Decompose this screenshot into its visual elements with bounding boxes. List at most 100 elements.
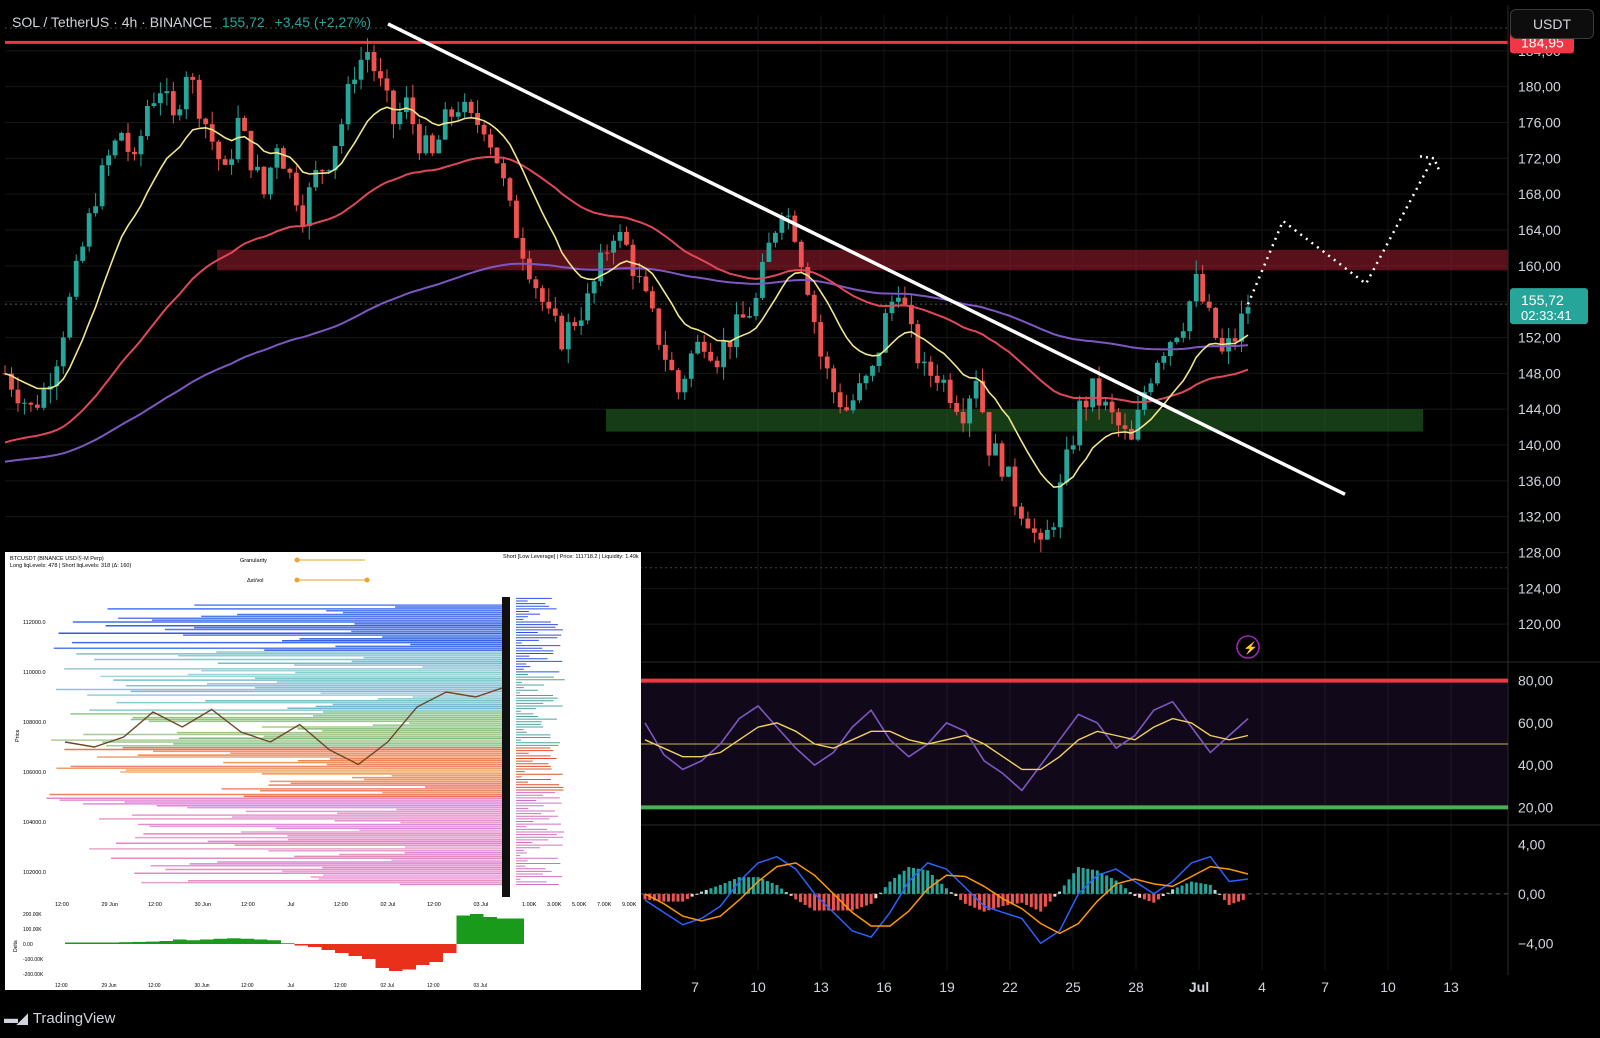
candle (15, 389, 21, 404)
main-chart[interactable]: 184,00180,00176,00172,00168,00164,00160,… (0, 0, 1600, 1038)
macd-bar (940, 883, 944, 894)
macd-bar (667, 893, 671, 902)
rsi-tick: 80,00 (1518, 673, 1553, 689)
inset-x-tick: 12:00 (148, 902, 162, 908)
candle (785, 215, 791, 217)
macd-bar (1180, 885, 1184, 894)
macd-tick: −4,00 (1518, 935, 1554, 951)
ema-mid-line (4, 155, 1249, 444)
candle (391, 90, 396, 125)
candle (481, 124, 487, 135)
macd-bar (798, 893, 802, 903)
macd-bar (1100, 872, 1104, 894)
candle (138, 136, 144, 155)
delta-bar (92, 942, 106, 944)
candle (177, 109, 183, 116)
macd-bar (780, 888, 784, 894)
candle (462, 101, 468, 113)
candle (889, 301, 895, 314)
delta-bar (105, 942, 119, 944)
macd-bar (855, 893, 859, 909)
candle (863, 375, 869, 384)
projection-path (1246, 157, 1435, 305)
delta-bar (294, 944, 308, 946)
macd-bar (864, 893, 868, 906)
macd-bar (817, 893, 821, 911)
candle (520, 237, 526, 259)
candle (1012, 466, 1018, 507)
candle (1103, 401, 1108, 406)
macd-bar (1156, 893, 1160, 900)
candle (1154, 362, 1160, 384)
candle (170, 91, 176, 116)
currency-button[interactable]: USDT (1510, 9, 1594, 39)
price-tick: 128,00 (1518, 545, 1561, 561)
candle (1006, 466, 1011, 477)
candle (293, 172, 299, 206)
candle (436, 139, 442, 154)
rsi-tick: 20,00 (1518, 799, 1553, 815)
candle (604, 252, 610, 254)
macd-bar (662, 893, 666, 902)
candle (514, 200, 519, 238)
macd-bar (1062, 885, 1066, 894)
delta-bar (510, 918, 524, 944)
candle (1174, 337, 1180, 343)
inset-x-tick: 30 Jun (195, 902, 212, 908)
macd-bar (888, 881, 892, 894)
candle (106, 155, 111, 166)
delta-bar (159, 941, 173, 944)
time-tick: 19 (939, 979, 955, 995)
inset-x-tick: Jul (288, 902, 295, 908)
candle (714, 360, 720, 368)
candle (844, 407, 850, 411)
inset-x-tick: 29 Jun (102, 902, 119, 908)
delta-bar (186, 940, 200, 944)
macd-bar (1119, 884, 1123, 894)
delta-knob-left[interactable] (294, 577, 300, 583)
candle (1096, 378, 1102, 406)
delta-bar (240, 938, 254, 944)
candle (1090, 378, 1096, 408)
candle (1064, 449, 1070, 483)
delta-x-tick: Jul (288, 983, 294, 989)
granularity-knob[interactable] (294, 557, 300, 563)
rsi-tick: 40,00 (1518, 757, 1553, 773)
price-tick: 136,00 (1518, 473, 1561, 489)
candle (73, 260, 79, 297)
candle (423, 135, 429, 154)
macd-bar (897, 874, 901, 894)
delta-x-tick: 12:00 (427, 983, 440, 989)
time-tick: 7 (1321, 979, 1329, 995)
candle (1226, 338, 1231, 352)
macd-bar (968, 893, 972, 906)
macd-bar (1128, 892, 1132, 894)
delta-bar (483, 917, 497, 944)
macd-bar (695, 893, 699, 895)
candle (1135, 409, 1141, 440)
macd-bar (1034, 893, 1038, 910)
candle (403, 97, 409, 112)
candle (1057, 482, 1063, 528)
candle (22, 402, 27, 404)
macd-tick: 0,00 (1518, 886, 1545, 902)
price-tick: 140,00 (1518, 437, 1561, 453)
delta-knob-right[interactable] (364, 577, 370, 583)
candle (345, 83, 351, 125)
candle (552, 308, 558, 316)
macd-bar (1152, 893, 1156, 903)
delta-title: Delta (13, 940, 19, 952)
macd-bar (1185, 883, 1189, 894)
candle (261, 166, 267, 195)
candle (662, 344, 668, 360)
candle (306, 187, 312, 227)
macd-bar (1147, 893, 1151, 902)
granularity-label: Granularity (240, 558, 267, 564)
candle (125, 132, 131, 152)
candle (967, 398, 973, 424)
candle (960, 411, 966, 424)
inset-y-tick: 112000.0 (23, 620, 46, 626)
macd-bar (954, 893, 958, 897)
candle (1083, 400, 1089, 408)
candle (209, 124, 215, 142)
